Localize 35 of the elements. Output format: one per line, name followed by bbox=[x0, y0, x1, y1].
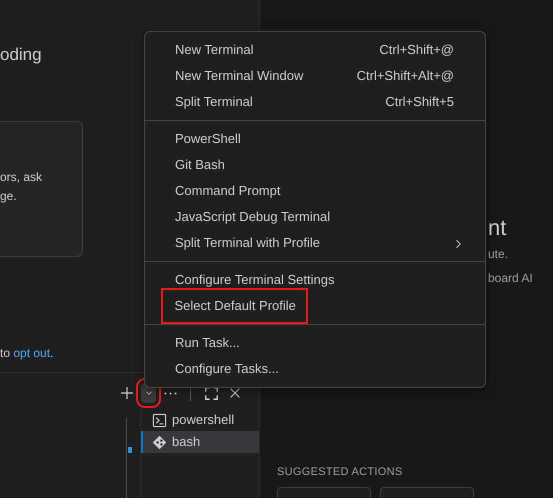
terminal-name: powershell bbox=[172, 411, 234, 430]
menu-item[interactable]: Command Prompt bbox=[175, 181, 280, 201]
panel-text: board AI bbox=[488, 270, 533, 287]
menu-item[interactable]: New Terminal bbox=[175, 40, 254, 60]
menu-item[interactable]: Configure Terminal Settings bbox=[175, 270, 334, 290]
menu-item[interactable]: New Terminal Window bbox=[175, 66, 304, 86]
section-heading: SUGGESTED ACTIONS bbox=[277, 465, 403, 480]
add-icon bbox=[119, 385, 135, 402]
menu-item[interactable]: JavaScript Debug Terminal bbox=[175, 207, 330, 227]
terminal-tab[interactable]: powershell bbox=[141, 409, 259, 431]
panel-text: ute. bbox=[488, 246, 508, 263]
card-text: ge. bbox=[0, 188, 18, 205]
terminal-tab[interactable]: bash bbox=[141, 431, 259, 453]
menu-item[interactable]: Split Terminal bbox=[175, 92, 253, 112]
menu-item[interactable]: Select Default Profile bbox=[160, 288, 308, 324]
cursor-mark bbox=[128, 447, 132, 453]
opt-out-notice: to opt out. bbox=[0, 345, 54, 361]
panel-title: nt bbox=[488, 214, 506, 242]
terminal-icon bbox=[152, 412, 167, 428]
menu-item[interactable]: Split Terminal with Profile bbox=[175, 233, 320, 253]
diamond-icon bbox=[152, 434, 167, 450]
menu-item[interactable]: Git Bash bbox=[175, 155, 225, 175]
shortcut-label: Ctrl+Shift+5 bbox=[385, 93, 454, 112]
opt-out-link[interactable]: opt out bbox=[13, 346, 50, 360]
menu-item[interactable]: PowerShell bbox=[175, 129, 241, 149]
shortcut-label: Ctrl+Shift+@ bbox=[379, 41, 454, 60]
menu-item[interactable]: Run Task... bbox=[175, 333, 240, 353]
menu-item[interactable]: Configure Tasks... bbox=[175, 359, 279, 379]
card-text: ors, ask bbox=[0, 169, 44, 186]
terminal-name: bash bbox=[172, 433, 200, 452]
more-icon bbox=[164, 392, 176, 395]
shortcut-label: Ctrl+Shift+Alt+@ bbox=[356, 67, 454, 86]
maximize-icon bbox=[204, 386, 218, 400]
close-icon bbox=[228, 386, 242, 400]
heading: oding bbox=[0, 44, 42, 66]
